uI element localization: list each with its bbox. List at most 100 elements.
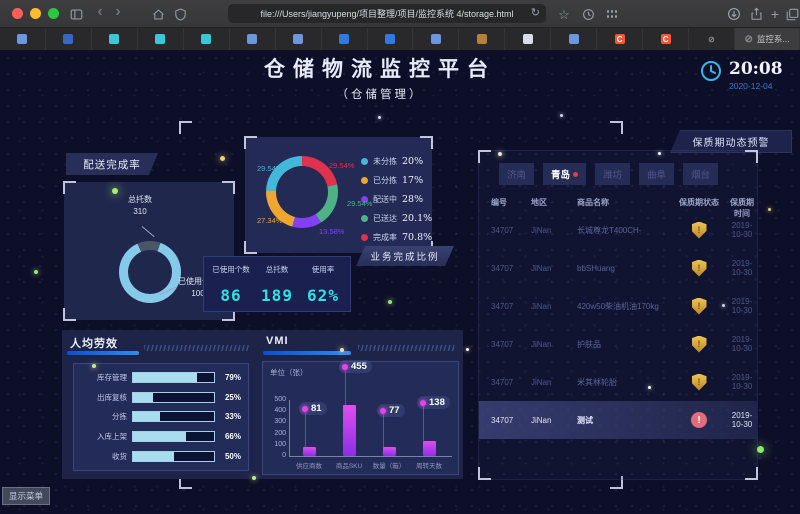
active-browser-tab[interactable]: ⊘ 监控系... <box>735 28 800 50</box>
page-header: 仓储物流监控平台 （仓储管理） <box>190 53 570 102</box>
tab-overview-icon[interactable] <box>784 6 800 22</box>
cell-name: bbSHuang <box>577 264 671 273</box>
decor-dot <box>757 446 764 453</box>
cell-id: 34707 <box>491 416 531 425</box>
browser-tab[interactable] <box>46 28 92 50</box>
close-button[interactable] <box>12 8 23 19</box>
vmi-bar <box>343 405 356 456</box>
decor-dot <box>648 386 651 389</box>
browser-tab[interactable] <box>459 28 505 50</box>
cell-region: JiNan <box>531 340 577 349</box>
usage-stats-panel: 已使用个数86总托数189使用率62% <box>203 256 351 312</box>
callout-line <box>142 226 155 237</box>
browser-tab[interactable] <box>92 28 138 50</box>
browser-toolbar: ‹ › file:///Users/jiangyupeng/项目整理/项目/监控… <box>0 0 800 28</box>
city-tab[interactable]: 青岛 <box>543 163 586 185</box>
table-row[interactable]: 34707JiNan护肤品!2019-10-30 <box>479 325 757 363</box>
tab-favicon-icon <box>109 34 119 44</box>
decor-dot <box>34 270 38 274</box>
privacy-shield-icon[interactable] <box>172 6 188 22</box>
forward-icon[interactable]: › <box>110 4 126 20</box>
legend-label: 已分拣 <box>373 175 397 186</box>
city-tab[interactable]: 济南 <box>499 163 534 185</box>
minimize-button[interactable] <box>30 8 41 19</box>
maximize-button[interactable] <box>48 8 59 19</box>
labor-bar-fill <box>133 412 160 421</box>
corner-bracket <box>420 136 433 149</box>
dashboard: 仓储物流监控平台 （仓储管理） 20:08 2020-12-04 保质期动态预警… <box>0 50 800 514</box>
browser-tab[interactable]: C <box>597 28 643 50</box>
table-row[interactable]: 34707JiNan长城尊龙T400CH-!2019-10-30 <box>479 211 757 249</box>
clock-time: 20:08 <box>729 60 783 79</box>
shield-icon: ! <box>692 374 707 391</box>
decor-dot <box>92 364 96 368</box>
legend-item: 完成率 <box>361 228 397 247</box>
home-icon[interactable] <box>150 6 166 22</box>
tab-favicon-icon <box>569 34 579 44</box>
new-tab-icon[interactable]: + <box>767 6 783 22</box>
labor-label: 库存管理 <box>81 372 127 383</box>
labor-label: 出库复核 <box>81 392 127 403</box>
labor-efficiency-panel: 人均劳效 库存管理79%出库复核25%分拣33%入库上架66%收货50% <box>62 330 259 479</box>
y-axis-tick: 300 <box>263 418 286 425</box>
table-row[interactable]: 34707JiNan420w50柴油机油170kg!2019-10-30 <box>479 287 757 325</box>
extensions-grid-icon[interactable] <box>604 6 620 22</box>
tab-favicon-icon <box>247 34 257 44</box>
browser-tab[interactable] <box>230 28 276 50</box>
y-axis-line <box>289 400 290 457</box>
city-tab[interactable]: 潍坊 <box>595 163 630 185</box>
decor-dot <box>340 348 344 352</box>
browser-tab[interactable] <box>138 28 184 50</box>
browser-tab[interactable] <box>322 28 368 50</box>
labor-rows: 库存管理79%出库复核25%分拣33%入库上架66%收货50% <box>81 368 241 466</box>
show-menu-button[interactable]: 显示菜单 <box>2 487 50 505</box>
stat-value: 86 <box>208 286 254 305</box>
table-row[interactable]: 34707JiNan测试!2019-10-30 <box>479 401 757 439</box>
alert-icon: ! <box>691 412 707 428</box>
browser-tab[interactable] <box>184 28 230 50</box>
business-ratio-button[interactable]: 业务完成比例 <box>356 246 454 266</box>
share-icon[interactable] <box>748 6 764 22</box>
browser-tab[interactable] <box>551 28 597 50</box>
table-row[interactable]: 34707JiNanbbSHuang!2019-10-30 <box>479 249 757 287</box>
tab-favicon-icon <box>523 34 533 44</box>
shield-icon: ! <box>692 298 707 315</box>
browser-tab[interactable]: C <box>643 28 689 50</box>
labor-bar-fill <box>133 393 153 402</box>
stat-label: 总托数 <box>254 264 300 275</box>
cell-region: JiNan <box>531 264 577 273</box>
labor-bar-track <box>132 451 215 462</box>
downloads-icon[interactable] <box>726 6 742 22</box>
browser-tab[interactable]: ⊘ <box>689 28 735 50</box>
corner-bracket <box>179 121 192 134</box>
y-axis-tick: 0 <box>263 452 286 459</box>
history-clock-icon[interactable] <box>580 6 596 22</box>
browser-tab[interactable] <box>0 28 46 50</box>
y-axis-tick: 100 <box>263 441 286 448</box>
tab-favicon-icon <box>339 34 349 44</box>
table-row[interactable]: 34707JiNan米其林轮胎!2019-10-30 <box>479 363 757 401</box>
corner-bracket <box>63 308 76 321</box>
cell-name: 护肤品 <box>577 339 671 350</box>
decor-dot <box>722 304 725 307</box>
browser-tab[interactable] <box>276 28 322 50</box>
labor-bar-track <box>132 431 215 442</box>
address-bar[interactable]: file:///Users/jiangyupeng/项目整理/项目/监控系统 4… <box>228 4 546 23</box>
y-axis-tick: 400 <box>263 407 286 414</box>
reload-icon[interactable]: ↻ <box>531 6 540 19</box>
delivery-rate-label: 配送完成率 <box>66 153 158 175</box>
donut-callout: 29.54% <box>329 161 354 170</box>
vmi-panel: VMI 单位（张） 5004003002001000供应商数商品SKU数量（箱）… <box>258 330 463 479</box>
labor-bar-fill <box>133 373 197 382</box>
back-icon[interactable]: ‹ <box>92 4 108 20</box>
browser-tab[interactable] <box>413 28 459 50</box>
labor-panel-title: 人均劳效 <box>70 335 118 351</box>
city-tab[interactable]: 烟台 <box>683 163 718 185</box>
sidebar-toggle-icon[interactable] <box>68 6 84 22</box>
bubble-dot <box>420 400 426 406</box>
decor-dot <box>560 114 563 117</box>
bookmark-star-icon[interactable]: ☆ <box>556 6 572 22</box>
browser-tab[interactable] <box>505 28 551 50</box>
browser-tab[interactable] <box>368 28 414 50</box>
city-tab[interactable]: 曲阜 <box>639 163 674 185</box>
